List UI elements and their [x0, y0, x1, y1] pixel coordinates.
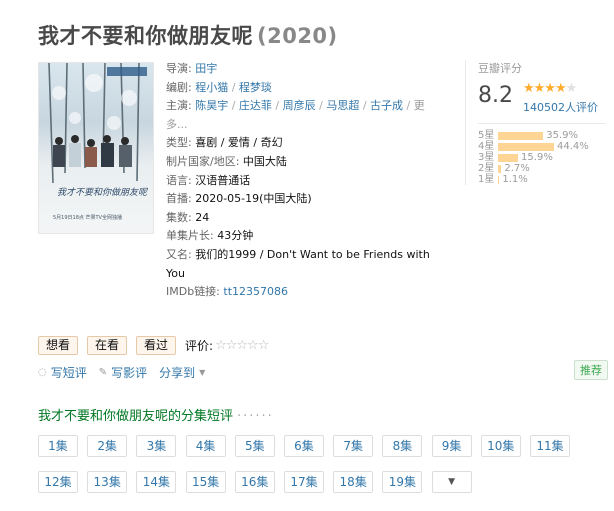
- episode-button[interactable]: 3集: [136, 435, 177, 457]
- rating-dist-row: 5星 35.9%: [478, 130, 605, 141]
- dist-bar: [498, 153, 519, 162]
- rating-dist-row: 1星 1.1%: [478, 174, 605, 185]
- episode-button[interactable]: 1集: [38, 435, 78, 457]
- page-title: 我才不要和你做朋友呢 (2020): [38, 20, 338, 50]
- writer-link[interactable]: 程梦琰: [239, 81, 272, 94]
- pencil-icon: ✎: [98, 367, 108, 378]
- premiere: 2020-05-19(中国大陆): [195, 192, 312, 206]
- imdb-link[interactable]: tt12357086: [223, 285, 288, 298]
- episode-button[interactable]: 2集: [87, 435, 128, 457]
- dist-percent: 15.9%: [521, 152, 553, 163]
- runtime-row: 单集片长: 43分钟: [166, 229, 254, 243]
- region: 中国大陆: [242, 154, 287, 168]
- episode-button[interactable]: 19集: [382, 471, 423, 493]
- cast-link[interactable]: 马思超: [326, 99, 359, 112]
- episode-button[interactable]: 12集: [38, 471, 78, 493]
- show-name: 我才不要和你做朋友呢: [38, 24, 253, 48]
- poster-overlay-title: 我才不要和你做朋友呢: [57, 187, 149, 198]
- cast-link[interactable]: 古子成: [370, 99, 403, 112]
- dist-bar: [498, 164, 502, 173]
- rating-dist-row: 4星 44.4%: [478, 141, 605, 152]
- aka-row: 又名: 我们的1999 / Don't Want to be Friends w…: [166, 247, 430, 280]
- episode-button[interactable]: 13集: [87, 471, 128, 493]
- done-button[interactable]: 看过: [136, 336, 177, 355]
- cast-row: 主演: 陈昊宇 / 庄达菲 / 周彦辰 / 马思超 / 古子成 / 更多...: [166, 99, 425, 131]
- rating-box: 豆瓣评分 8.2 ★★★★★ 140502人评价 5星 35.9% 4星 44.4% 3…: [465, 60, 606, 185]
- star-icon: ★: [565, 81, 578, 96]
- votes-link[interactable]: 140502人评价: [523, 101, 598, 114]
- rating-stars: ★★★★★: [523, 82, 598, 96]
- info-panel: 导演: 田宇 编剧: 程小猫 / 程梦琰 主演: 陈昊宇 / 庄达菲 / 周彦辰…: [166, 60, 436, 302]
- poster-caption: 5月19日18点 芒果TV全网独播: [53, 214, 122, 221]
- language: 汉语普通话: [195, 173, 251, 187]
- region-row: 制片国家/地区: 中国大陆: [166, 154, 287, 168]
- cast-link[interactable]: 庄达菲: [239, 99, 272, 112]
- dist-star-label: 1星: [478, 174, 495, 185]
- dist-percent: 1.1%: [502, 174, 528, 185]
- cast-link[interactable]: 周彦辰: [283, 99, 316, 112]
- aka: 我们的1999 / Don't Want to be Friends with …: [166, 247, 430, 280]
- dist-percent: 2.7%: [504, 163, 530, 174]
- episode-section-title[interactable]: 我才不要和你做朋友呢的分集短评 ······: [38, 405, 274, 424]
- episode-button[interactable]: 17集: [284, 471, 324, 493]
- director-row: 导演: 田宇: [166, 62, 218, 75]
- episode-button[interactable]: 10集: [480, 435, 521, 457]
- review-link[interactable]: ✎ 写影评: [99, 364, 147, 381]
- episodes-row: 集数: 24: [166, 210, 210, 224]
- want-button[interactable]: 想看: [38, 336, 79, 355]
- runtime: 43分钟: [217, 229, 254, 243]
- episode-more-button[interactable]: ▼: [431, 471, 472, 493]
- episode-button[interactable]: 4集: [185, 435, 226, 457]
- rating-dist-row: 3星 15.9%: [478, 152, 605, 163]
- genres: 喜剧 / 爱情 / 奇幻: [195, 136, 283, 150]
- episode-button[interactable]: 6集: [284, 435, 324, 457]
- episode-button[interactable]: 16集: [234, 471, 275, 493]
- dist-bar: [498, 131, 544, 140]
- episode-button[interactable]: 9集: [431, 435, 472, 457]
- dist-star-label: 4星: [478, 141, 495, 152]
- dist-star-label: 2星: [478, 163, 495, 174]
- genre-row: 类型: 喜剧 / 爱情 / 奇幻: [166, 136, 283, 150]
- doing-button[interactable]: 在看: [87, 336, 128, 355]
- action-bar: 想看 在看 看过 评价: ☆☆☆☆☆: [38, 336, 269, 355]
- premiere-row: 首播: 2020-05-19(中国大陆): [166, 192, 312, 206]
- comment-icon: ◌: [38, 367, 47, 378]
- chevron-down-icon: ▼: [199, 368, 206, 377]
- episode-button[interactable]: 14集: [136, 471, 177, 493]
- language-row: 语言: 汉语普通话: [166, 173, 251, 187]
- episodes-count: 24: [195, 210, 210, 224]
- episode-button[interactable]: 18集: [333, 471, 374, 493]
- show-year: (2020): [257, 24, 338, 48]
- star-icon: ★★★★: [523, 81, 567, 96]
- recommend-button[interactable]: 推荐: [574, 360, 608, 380]
- rate-label: 评价:: [185, 339, 214, 353]
- dist-star-label: 3星: [478, 152, 495, 163]
- episode-button[interactable]: 15集: [185, 471, 226, 493]
- rating-distribution: 5星 35.9% 4星 44.4% 3星 15.9% 2星 2.7% 1星 1.1%: [478, 130, 605, 185]
- rating-score: 8.2: [478, 83, 513, 108]
- rating-label: 豆瓣评分: [478, 62, 522, 75]
- link-row: ◌ 写短评 ✎ 写影评 分享到 ▼: [38, 364, 217, 381]
- dist-percent: 44.4%: [557, 141, 589, 152]
- dist-bar: [498, 142, 554, 151]
- episode-button[interactable]: 11集: [530, 435, 570, 457]
- imdb-row: IMDb链接: tt12357086: [166, 285, 289, 299]
- share-link[interactable]: 分享到 ▼: [159, 364, 205, 381]
- writer-link[interactable]: 程小猫: [195, 81, 228, 94]
- episode-button[interactable]: 5集: [234, 435, 275, 457]
- poster-image[interactable]: 我才不要和你做朋友呢 5月19日18点 芒果TV全网独播: [38, 62, 154, 234]
- cast-link[interactable]: 陈昊宇: [195, 99, 228, 112]
- writer-row: 编剧: 程小猫 / 程梦琰: [166, 80, 272, 94]
- director-link[interactable]: 田宇: [195, 62, 217, 75]
- dist-star-label: 5星: [478, 130, 495, 141]
- dist-bar: [498, 175, 500, 184]
- dist-percent: 35.9%: [546, 130, 579, 141]
- episode-button[interactable]: 8集: [382, 435, 423, 457]
- rate-stars[interactable]: ☆☆☆☆☆: [215, 338, 269, 353]
- short-review-link[interactable]: ◌ 写短评: [38, 364, 87, 381]
- episode-button[interactable]: 7集: [333, 435, 374, 457]
- rating-dist-row: 2星 2.7%: [478, 163, 605, 174]
